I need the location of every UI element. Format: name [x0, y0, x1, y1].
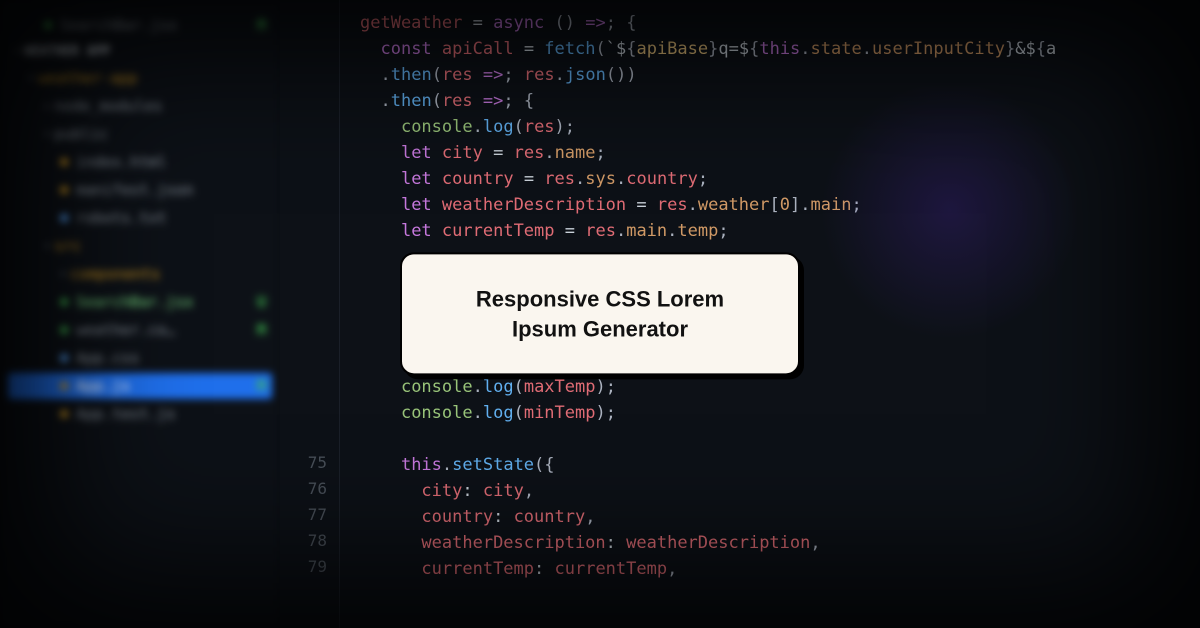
git-status-badge: M [257, 321, 266, 339]
code-line: .then(res =>; res.json()) [360, 62, 1180, 88]
file-label: robots.txt [76, 209, 166, 227]
file-label: components [70, 265, 160, 283]
file-tree-item[interactable]: index.html [8, 149, 272, 175]
file-label: weather.co… [76, 321, 175, 339]
line-number: 79 [280, 554, 327, 580]
file-icon [60, 298, 68, 306]
code-line: this.setState({ [360, 452, 1180, 478]
code-line: let country = res.sys.country; [360, 166, 1180, 192]
code-line: country: country, [360, 504, 1180, 530]
file-tree-item[interactable]: SearchBar.jsx U [8, 289, 272, 315]
file-label: public [54, 125, 108, 143]
file-label: App.css [76, 349, 139, 367]
title-card: Responsive CSS Lorem Ipsum Generator [400, 252, 800, 375]
code-line: console.log(minTemp); [360, 400, 1180, 426]
file-tree-item[interactable]: manifest.json [8, 177, 272, 203]
code-line: let city = res.name; [360, 140, 1180, 166]
file-tree-item[interactable]: ▾ public [8, 121, 272, 147]
chevron-down-icon: ▾ [14, 46, 20, 57]
file-icon [60, 354, 68, 362]
file-tree-item[interactable]: robots.txt [8, 205, 272, 231]
file-tree-item[interactable]: ▾ components [8, 261, 272, 287]
file-label: WEATHER APP [24, 44, 110, 59]
chevron-down-icon: ▾ [60, 269, 66, 280]
chevron-right-icon: ▸ [44, 101, 50, 112]
code-line: const apiCall = fetch(`${apiBase}q=${thi… [360, 36, 1180, 62]
code-line: city: city, [360, 478, 1180, 504]
file-label: App.test.js [76, 405, 175, 423]
file-icon [60, 158, 68, 166]
file-tree-item[interactable]: weather.co… M [8, 317, 272, 343]
file-icon [60, 214, 68, 222]
file-label: src [54, 237, 81, 255]
code-line [360, 426, 1180, 452]
git-status-badge: M [257, 377, 266, 395]
file-label: index.html [76, 153, 166, 171]
file-tree-item[interactable]: App.js M [8, 373, 272, 399]
title-text: Responsive CSS Lorem Ipsum Generator [446, 284, 754, 343]
code-line: currentTemp: currentTemp, [360, 556, 1180, 582]
file-label: SearchBar.jsx [60, 16, 177, 34]
line-gutter: 7576777879 [280, 0, 340, 628]
chevron-down-icon: ▾ [28, 73, 34, 84]
chevron-down-icon: ▾ [44, 129, 50, 140]
code-line: let weatherDescription = res.weather[0].… [360, 192, 1180, 218]
code-line: getWeather = async () =>; { [360, 10, 1180, 36]
file-label: node_modules [54, 97, 162, 115]
code-line: console.log(res); [360, 114, 1180, 140]
file-icon [44, 21, 52, 29]
file-tree-item[interactable]: ▾ src [8, 233, 272, 259]
file-label: manifest.json [76, 181, 193, 199]
chevron-down-icon: ▾ [44, 241, 50, 252]
code-line: weatherDescription: weatherDescription, [360, 530, 1180, 556]
file-tree-item[interactable]: App.css [8, 345, 272, 371]
file-tree-item[interactable]: App.test.js [8, 401, 272, 427]
line-number: 76 [280, 476, 327, 502]
file-label: SearchBar.jsx [76, 293, 193, 311]
file-icon [60, 382, 68, 390]
line-number: 77 [280, 502, 327, 528]
git-status-badge: M [257, 16, 266, 34]
code-line: .then(res =>; { [360, 88, 1180, 114]
file-explorer: SearchBar.jsx M ▾ WEATHER APP ▾ weather-app ▸ n… [0, 0, 280, 628]
file-label: weather-app [38, 69, 137, 87]
file-icon [60, 326, 68, 334]
code-line: let currentTemp = res.main.temp; [360, 218, 1180, 244]
line-number: 75 [280, 450, 327, 476]
file-tree-item[interactable]: ▸ node_modules [8, 93, 272, 119]
file-label: App.js [76, 377, 130, 395]
file-tree-item[interactable]: ▾ WEATHER APP [8, 40, 272, 63]
file-tree-item[interactable]: SearchBar.jsx M [8, 12, 272, 38]
file-tree-item[interactable]: ▾ weather-app [8, 65, 272, 91]
file-icon [60, 186, 68, 194]
file-icon [60, 410, 68, 418]
git-status-badge: U [257, 293, 266, 311]
line-number: 78 [280, 528, 327, 554]
